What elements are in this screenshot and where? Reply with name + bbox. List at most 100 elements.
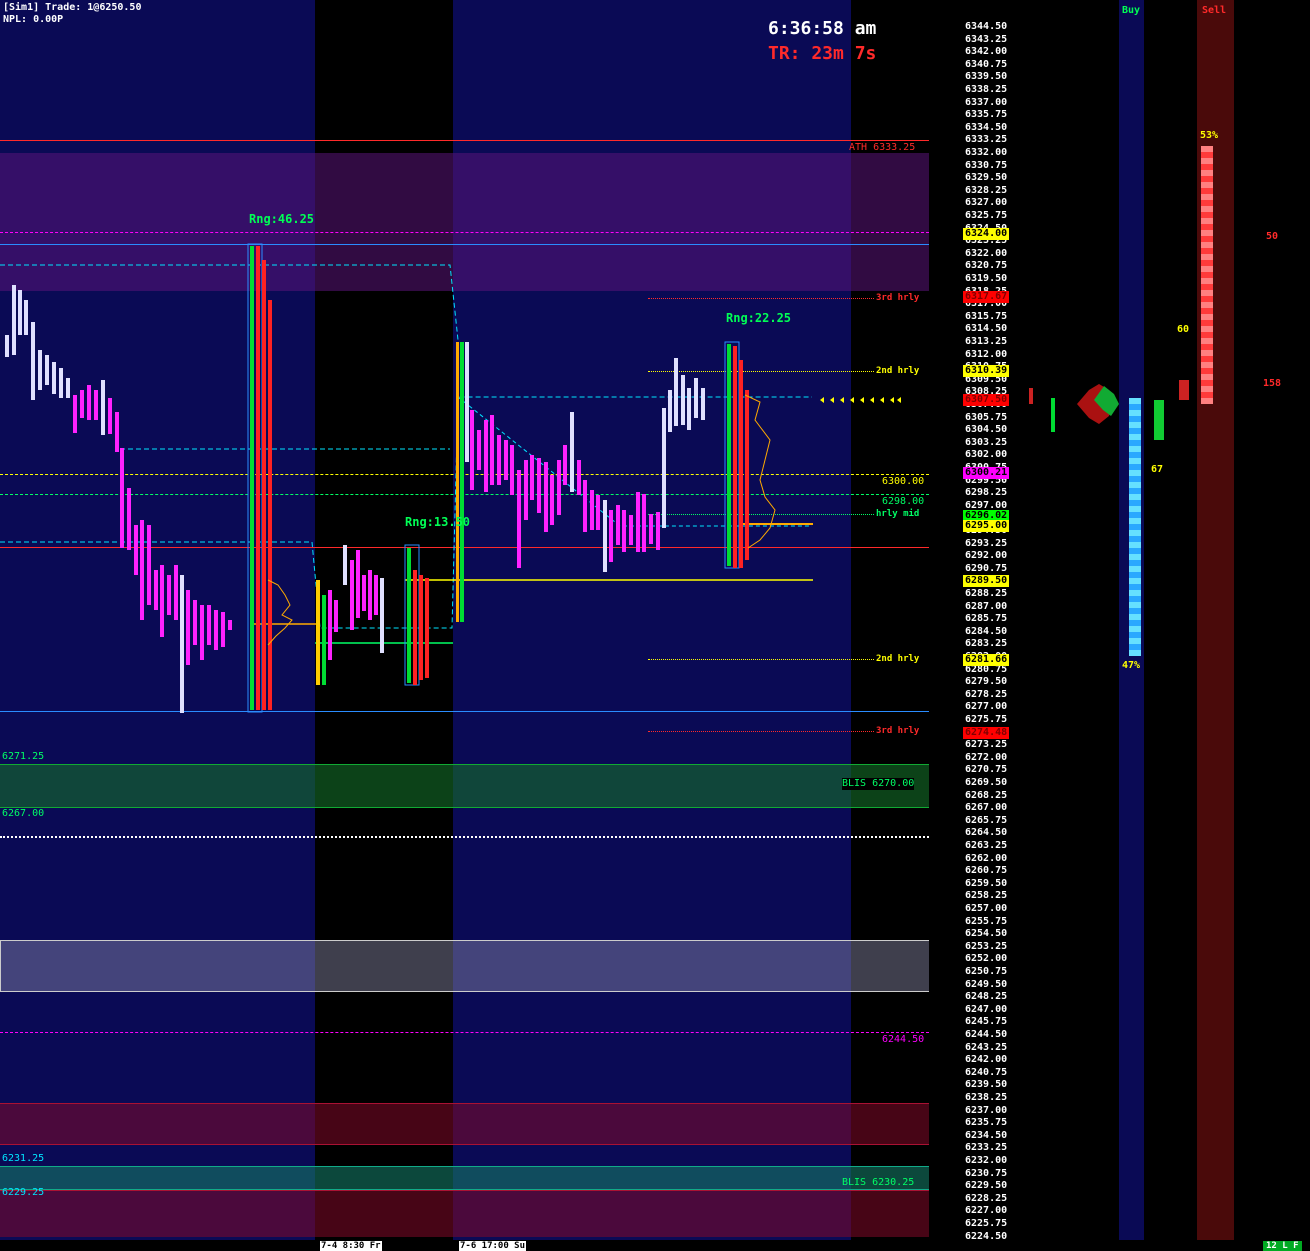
price-tick: 6270.75 [965, 764, 1008, 776]
price-tick: 6322.00 [965, 247, 1008, 259]
price-tick: 6230.75 [965, 1167, 1008, 1179]
price-tick: 6313.25 [965, 336, 1008, 347]
blis-upper-label: BLIS 6270.00 [842, 778, 915, 790]
price-tick: 6228.25 [965, 1192, 1008, 1204]
price-tick: 6235.75 [965, 1117, 1008, 1129]
price-tick: 6249.50 [965, 978, 1008, 990]
price-tick: 6279.50 [965, 676, 1008, 688]
ath-label: ATH 6333.25 [849, 142, 916, 153]
account-trade-line: [Sim1] Trade: 1@6250.50 [3, 2, 142, 13]
price-tick: 6263.25 [965, 840, 1008, 851]
price-tick: 6250.75 [965, 966, 1008, 977]
price-tick: 6333.25 [965, 134, 1008, 146]
npl-line: NPL: 0.00P [3, 14, 64, 25]
price-badge: 6307.50 [963, 393, 1009, 406]
price-tick: 6315.75 [965, 310, 1008, 322]
time-label-1: 7-4 8:30 Fr [320, 1241, 382, 1251]
level-6231-label: 6231.25 [2, 1153, 45, 1164]
price-tick: 6257.00 [965, 903, 1008, 914]
price-tick: 6245.75 [965, 1016, 1008, 1028]
price-tick: 6337.00 [965, 96, 1008, 108]
price-tick: 6285.75 [965, 613, 1008, 625]
price-tick: 6329.50 [965, 172, 1008, 184]
sell-count-1: 50 [1266, 231, 1279, 242]
price-tick: 6272.00 [965, 751, 1008, 763]
price-tick: 6343.25 [965, 33, 1008, 45]
price-tick: 6340.75 [965, 58, 1008, 70]
range-label-middle: Rng:13.50 [405, 515, 471, 529]
price-tick: 6243.25 [965, 1041, 1008, 1053]
price-tick: 6293.25 [965, 537, 1008, 549]
price-tick: 6259.50 [965, 877, 1008, 889]
price-tick: 6328.25 [965, 184, 1008, 196]
session-2-bars [316, 544, 429, 686]
price-tick: 6244.50 [965, 1029, 1008, 1040]
level-6267-label: 6267.00 [2, 808, 45, 819]
price-tick: 6258.25 [965, 890, 1008, 902]
price-tick: 6277.00 [965, 701, 1008, 713]
price-tick: 6268.25 [965, 789, 1008, 801]
range-label-right: Rng:22.25 [726, 311, 792, 325]
buy-pct: 47% [1122, 660, 1141, 671]
price-tick: 6305.75 [965, 411, 1008, 423]
order-flow-panel [1019, 0, 1310, 1240]
price-tick: 6269.50 [965, 777, 1008, 788]
price-tick: 6319.50 [965, 273, 1008, 284]
sell-volume-bar [1201, 146, 1213, 404]
price-tick: 6227.00 [965, 1205, 1008, 1217]
hrly-mid-label: hrly mid [876, 509, 920, 519]
sell-pct: 53% [1200, 130, 1219, 141]
second-hrly-bottom-label: 2nd hrly [876, 654, 920, 664]
price-chart[interactable] [0, 0, 929, 1240]
level-6300-label: 6300.00 [882, 476, 925, 487]
price-tick: 6334.50 [965, 121, 1008, 133]
delta-bottom: 67 [1151, 464, 1164, 475]
price-tick: 6233.25 [965, 1142, 1008, 1154]
price-tick: 6312.00 [965, 348, 1008, 360]
price-tick: 6283.25 [965, 638, 1008, 650]
price-tick: 6278.25 [965, 688, 1008, 700]
price-tick: 6314.50 [965, 323, 1008, 335]
price-tick: 6325.75 [965, 210, 1008, 221]
price-axis[interactable]: 6344.50 6343.25 6342.00 6340.75 6339.50 6338.… [929, 0, 1019, 1241]
price-tick: 6232.00 [965, 1155, 1008, 1166]
price-tick: 6264.50 [965, 827, 1008, 839]
price-tick: 6229.50 [965, 1180, 1008, 1192]
price-tick: 6273.25 [965, 739, 1008, 751]
price-badge: 6310.39 [963, 364, 1009, 377]
price-tick: 6332.00 [965, 147, 1008, 158]
price-badge: 6289.50 [963, 575, 1009, 588]
price-tick: 6265.75 [965, 814, 1008, 826]
price-tick: 6298.25 [965, 487, 1008, 499]
clock-display: 6:36:58 am [768, 18, 877, 39]
price-tick: 6284.50 [965, 625, 1008, 637]
price-tick: 6342.00 [965, 46, 1008, 58]
price-tick: 6344.50 [965, 21, 1008, 32]
price-tick: 6287.00 [965, 600, 1008, 612]
price-tick: 6240.75 [965, 1066, 1008, 1078]
price-tick: 6335.75 [965, 109, 1008, 121]
price-tick: 6252.00 [965, 953, 1008, 965]
range-label-left: Rng:46.25 [249, 212, 315, 226]
price-tick: 6290.75 [965, 562, 1008, 574]
price-badge: 6324.00 [963, 227, 1009, 240]
session-1-profile [247, 243, 293, 713]
sell-count-2: 158 [1263, 378, 1282, 389]
price-tick: 6327.00 [965, 197, 1008, 209]
third-hrly-bottom-label: 3rd hrly [876, 726, 920, 736]
price-tick: 6247.00 [965, 1003, 1008, 1015]
blis-lower-label: BLIS 6230.25 [842, 1177, 915, 1188]
price-tick: 6302.00 [965, 449, 1008, 461]
price-tick: 6255.75 [965, 915, 1008, 927]
price-tick: 6339.50 [965, 71, 1008, 83]
price-tick: 6225.75 [965, 1218, 1008, 1229]
price-tick: 6248.25 [965, 991, 1008, 1003]
mini-delta-profile [1029, 380, 1189, 440]
time-label-2: 7-6 17:00 Su [459, 1241, 527, 1251]
price-tick: 6234.50 [965, 1129, 1008, 1141]
level-6244-label: 6244.50 [882, 1034, 925, 1045]
second-hrly-top-label: 2nd hrly [876, 366, 920, 376]
level-6229-label: 6229.25 [2, 1187, 45, 1198]
time-axis [0, 1240, 1310, 1251]
price-tick: 6304.50 [965, 424, 1008, 436]
